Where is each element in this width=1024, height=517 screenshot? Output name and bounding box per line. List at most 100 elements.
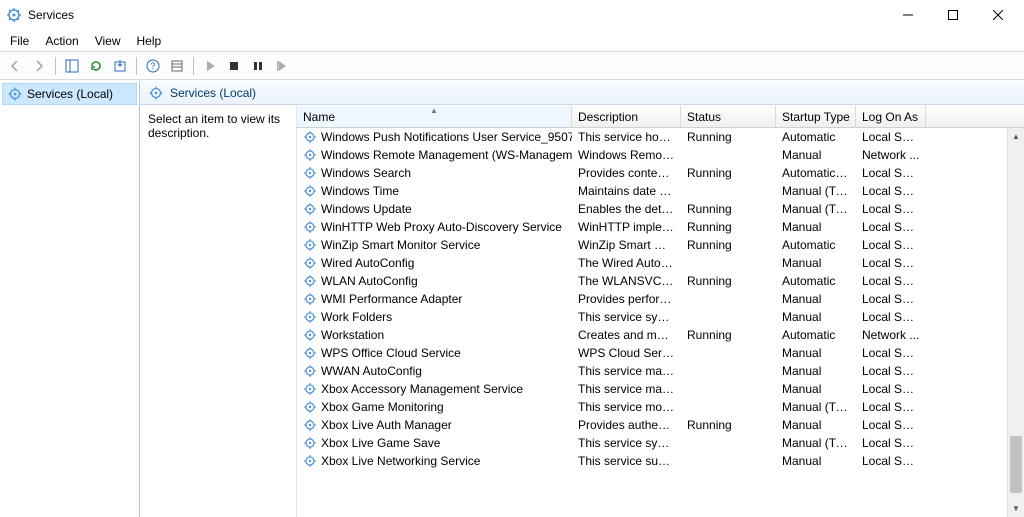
service-description: This service hosts... [572, 130, 681, 144]
service-description: Enables the detec... [572, 202, 681, 216]
service-description: The WLANSVC se... [572, 274, 681, 288]
service-startup: Manual [776, 364, 856, 378]
stop-icon [228, 60, 240, 72]
service-row[interactable]: Xbox Accessory Management Service This se… [297, 380, 1007, 398]
service-row[interactable]: WPS Office Cloud ServiceWPS Cloud Servic… [297, 344, 1007, 362]
gear-icon [148, 85, 164, 101]
service-logon: Local Syst... [856, 292, 926, 306]
service-logon: Local Syst... [856, 166, 926, 180]
service-description: This service supp... [572, 454, 681, 468]
service-status: Running [681, 418, 776, 432]
stop-service-button[interactable] [223, 55, 245, 77]
menu-bar: File Action View Help [0, 30, 1024, 52]
properties-button[interactable] [166, 55, 188, 77]
service-row[interactable]: Xbox Live Networking ServiceThis service… [297, 452, 1007, 470]
pause-service-button[interactable] [247, 55, 269, 77]
play-icon [204, 60, 216, 72]
gear-icon [303, 166, 317, 180]
menu-action[interactable]: Action [37, 30, 86, 51]
service-row[interactable]: Windows SearchProvides content ...Runnin… [297, 164, 1007, 182]
service-description: Provides content ... [572, 166, 681, 180]
service-status: Running [681, 328, 776, 342]
service-name: Xbox Live Game Save [321, 436, 440, 450]
service-row[interactable]: Windows Remote Management (WS-Managem...… [297, 146, 1007, 164]
service-row[interactable]: Xbox Live Game SaveThis service syncs...… [297, 434, 1007, 452]
menu-file[interactable]: File [2, 30, 37, 51]
gear-icon [303, 292, 317, 306]
column-header-logon[interactable]: Log On As [856, 106, 926, 127]
service-row[interactable]: Windows UpdateEnables the detec...Runnin… [297, 200, 1007, 218]
service-description: This service moni... [572, 400, 681, 414]
scrollbar-track[interactable] [1008, 145, 1024, 500]
service-description: Windows Remote... [572, 148, 681, 162]
content-header-label: Services (Local) [170, 86, 256, 100]
service-name: WLAN AutoConfig [321, 274, 418, 288]
service-description: This service mana... [572, 382, 681, 396]
content-pane: Services (Local) Select an item to view … [140, 81, 1024, 517]
service-startup: Automatic [776, 130, 856, 144]
service-row[interactable]: WinHTTP Web Proxy Auto-Discovery Service… [297, 218, 1007, 236]
service-description: WinZip Smart Mo... [572, 238, 681, 252]
service-logon: Local Syst... [856, 418, 926, 432]
service-row[interactable]: Xbox Live Auth ManagerProvides authenti.… [297, 416, 1007, 434]
service-name: WinHTTP Web Proxy Auto-Discovery Service [321, 220, 562, 234]
service-row[interactable]: Xbox Game MonitoringThis service moni...… [297, 398, 1007, 416]
scroll-down-icon[interactable]: ▼ [1008, 500, 1024, 517]
service-startup: Automatic [776, 238, 856, 252]
menu-view[interactable]: View [87, 30, 129, 51]
service-logon: Network ... [856, 328, 926, 342]
toolbar-separator [136, 57, 137, 75]
service-row[interactable]: WLAN AutoConfigThe WLANSVC se...RunningA… [297, 272, 1007, 290]
service-description: Provides authenti... [572, 418, 681, 432]
content-header: Services (Local) [140, 81, 1024, 105]
service-name: Windows Time [321, 184, 399, 198]
close-button[interactable] [975, 0, 1020, 30]
service-name: WMI Performance Adapter [321, 292, 462, 306]
menu-help[interactable]: Help [129, 30, 170, 51]
service-description: WPS Cloud Service [572, 346, 681, 360]
restart-service-button [271, 55, 293, 77]
maximize-button[interactable] [930, 0, 975, 30]
service-status: Running [681, 202, 776, 216]
export-icon [113, 59, 127, 73]
toolbar-separator [55, 57, 56, 75]
scroll-up-icon[interactable]: ▲ [1008, 128, 1024, 145]
arrow-right-icon [32, 59, 46, 73]
gear-icon [7, 86, 23, 102]
service-row[interactable]: Windows Push Notifications User Service_… [297, 128, 1007, 146]
nav-back-button [4, 55, 26, 77]
service-status: Running [681, 238, 776, 252]
service-row[interactable]: Work FoldersThis service syncs...ManualL… [297, 308, 1007, 326]
vertical-scrollbar[interactable]: ▲ ▼ [1007, 128, 1024, 517]
service-row[interactable]: WWAN AutoConfig This service mana... Manua… [297, 362, 1007, 380]
help-button[interactable]: ? [142, 55, 164, 77]
service-name: WWAN AutoConfig [321, 364, 422, 378]
show-hide-tree-button[interactable] [61, 55, 83, 77]
refresh-button[interactable] [85, 55, 107, 77]
service-name: Xbox Accessory Management Service [321, 382, 523, 396]
service-logon: Local Serv... [856, 184, 926, 198]
service-status: Running [681, 130, 776, 144]
column-header-status[interactable]: Status [681, 106, 776, 127]
restart-icon [276, 60, 288, 72]
gear-icon [303, 418, 317, 432]
service-name: WinZip Smart Monitor Service [321, 238, 480, 252]
service-row[interactable]: WorkstationCreates and main...RunningAut… [297, 326, 1007, 344]
service-row[interactable]: Wired AutoConfigThe Wired AutoC...Manual… [297, 254, 1007, 272]
service-name: Windows Search [321, 166, 411, 180]
service-description: This service syncs... [572, 310, 681, 324]
minimize-button[interactable] [885, 0, 930, 30]
tree-node-services-local[interactable]: Services (Local) [2, 83, 137, 105]
service-name: Work Folders [321, 310, 392, 324]
column-header-startup[interactable]: Startup Type [776, 106, 856, 127]
svg-text:?: ? [150, 61, 155, 71]
service-row[interactable]: WMI Performance AdapterProvides perform.… [297, 290, 1007, 308]
export-list-button[interactable] [109, 55, 131, 77]
service-row[interactable]: WinZip Smart Monitor Service WinZip Smart… [297, 236, 1007, 254]
service-startup: Manual [776, 346, 856, 360]
column-header-description[interactable]: Description [572, 106, 681, 127]
service-description: This service mana... [572, 364, 681, 378]
service-row[interactable]: Windows TimeMaintains date a...Manual (T… [297, 182, 1007, 200]
scrollbar-thumb[interactable] [1010, 436, 1022, 493]
column-header-name[interactable]: Name ▲ [297, 106, 572, 127]
